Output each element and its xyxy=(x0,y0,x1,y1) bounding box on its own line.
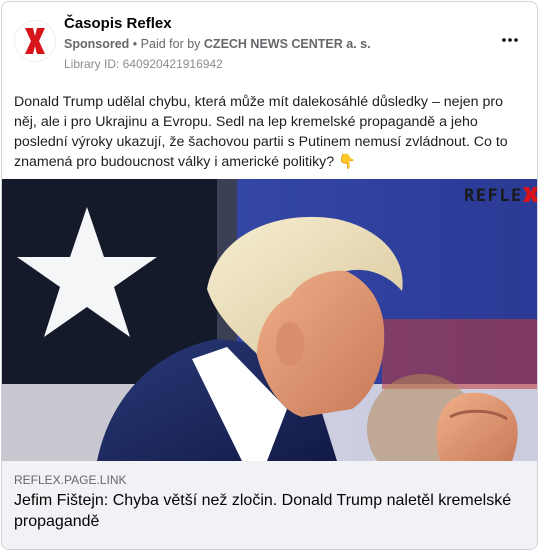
sponsored-label: Sponsored xyxy=(64,37,130,51)
reflex-logo-icon xyxy=(25,28,45,54)
post-message: Donald Trump udělal chybu, která může mí… xyxy=(14,94,508,170)
paid-for-prefix: Paid for by xyxy=(140,37,201,51)
meta-separator: • xyxy=(132,37,138,51)
library-id: Library ID: 640920421916942 xyxy=(64,57,223,71)
page-avatar[interactable] xyxy=(14,20,56,62)
advertiser-name[interactable]: CZECH NEWS CENTER a. s. xyxy=(204,37,371,51)
link-title[interactable]: Jefim Fištejn: Chyba větší než zločin. D… xyxy=(14,490,524,532)
svg-text:REFLE: REFLE xyxy=(464,186,523,206)
link-preview[interactable]: REFLEX.PAGE.LINK Jefim Fištejn: Chyba vě… xyxy=(2,461,537,549)
sponsor-meta: Sponsored • Paid for by CZECH NEWS CENTE… xyxy=(64,37,371,51)
more-horizontal-icon xyxy=(502,38,518,42)
page-name-link[interactable]: Časopis Reflex xyxy=(64,15,172,32)
link-domain: REFLEX.PAGE.LINK xyxy=(14,473,127,487)
more-options-button[interactable] xyxy=(497,30,523,50)
trump-photo-illustration: REFLE xyxy=(2,179,537,461)
post-image[interactable]: REFLE xyxy=(2,179,537,461)
post-header: Časopis Reflex Sponsored • Paid for by C… xyxy=(2,2,537,82)
sponsored-post-card: Časopis Reflex Sponsored • Paid for by C… xyxy=(1,1,538,550)
